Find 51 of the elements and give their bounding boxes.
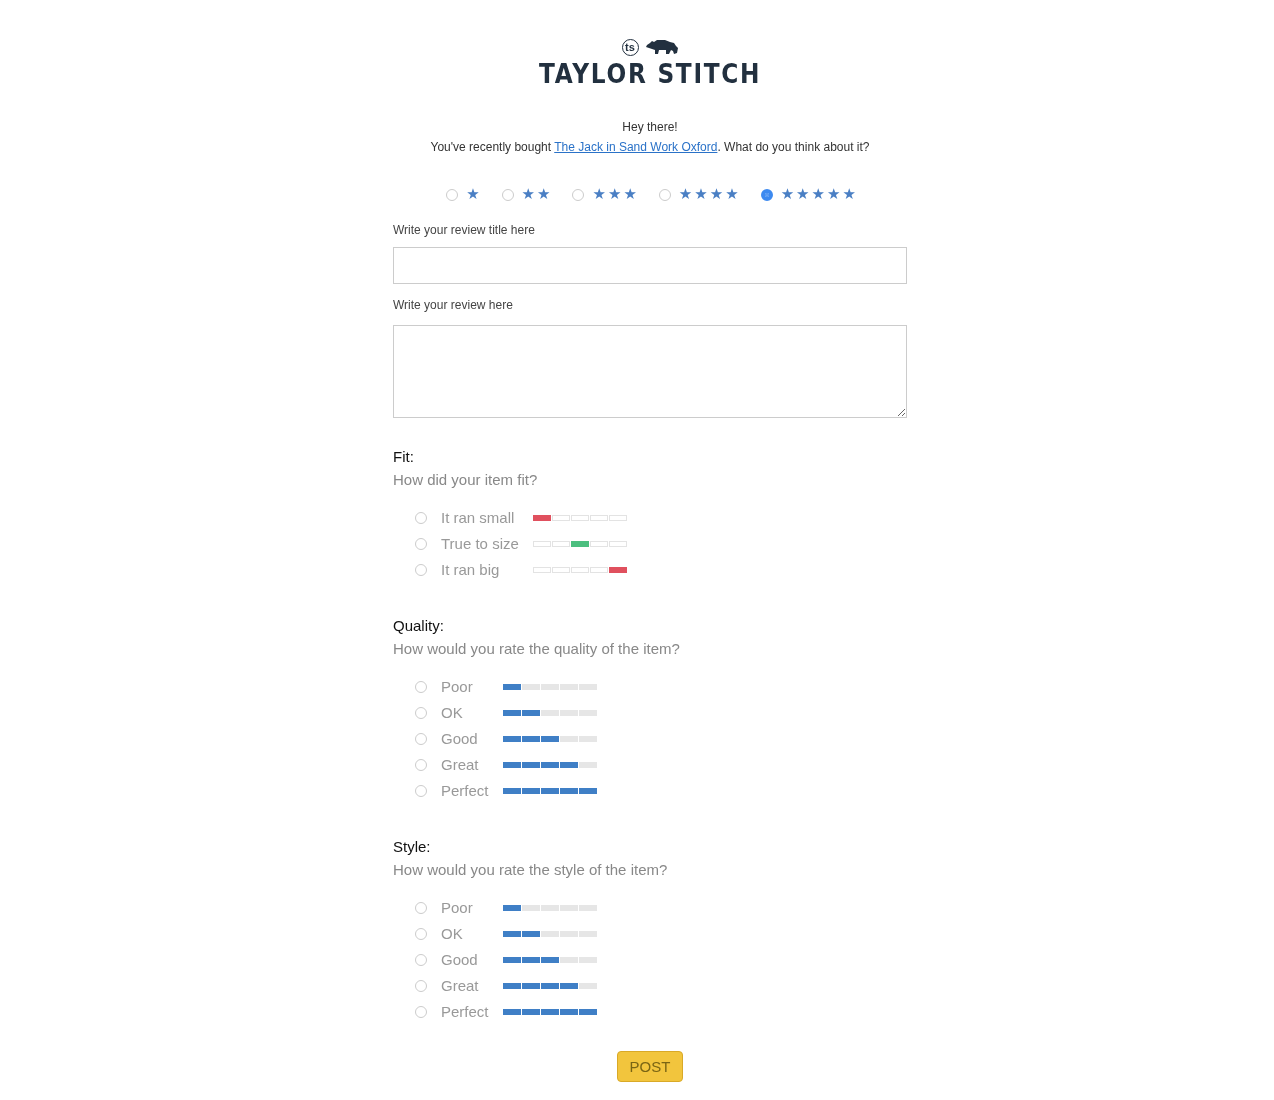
star-label: ★★★★★ xyxy=(780,187,858,202)
section-title: Quality: xyxy=(393,617,445,634)
option-label: Perfect xyxy=(441,782,490,799)
brand-name: TAYLOR STITCH xyxy=(538,58,762,89)
radio-button[interactable] xyxy=(760,188,773,201)
radio-button[interactable] xyxy=(415,927,427,940)
option-label: Poor xyxy=(441,678,474,695)
option-label: OK xyxy=(441,704,464,721)
radio-button[interactable] xyxy=(415,537,427,550)
title-input-field[interactable] xyxy=(393,247,907,284)
option-label: Great xyxy=(441,977,480,994)
option-label: Good xyxy=(441,730,479,747)
star-label: ★ xyxy=(466,187,482,202)
bear-icon xyxy=(644,38,679,56)
option-label: It ran big xyxy=(441,561,501,578)
option-label: OK xyxy=(441,925,464,942)
question-text: How did your item fit? xyxy=(393,471,539,488)
radio-button[interactable] xyxy=(572,188,585,201)
post-button[interactable]: POST xyxy=(616,1051,684,1082)
radio-button[interactable] xyxy=(415,1005,427,1018)
option-label: Great xyxy=(441,756,480,773)
intro-text: You've recently bought The Jack in Sand Work Oxford. What do you think about it? xyxy=(429,140,871,154)
radio-button[interactable] xyxy=(501,188,514,201)
star-label: ★★★ xyxy=(592,187,639,202)
review-text-area[interactable] xyxy=(393,325,907,418)
section-title: Style: xyxy=(393,838,432,855)
option-label: It ran small xyxy=(441,509,516,526)
radio-button[interactable] xyxy=(415,953,427,966)
radio-button[interactable] xyxy=(446,188,459,201)
radio-button[interactable] xyxy=(415,732,427,745)
option-label: True to size xyxy=(441,535,520,552)
radio-button[interactable] xyxy=(415,563,427,576)
greeting-text: Hey there! xyxy=(621,120,679,134)
radio-button[interactable] xyxy=(415,511,427,524)
question-text: How would you rate the quality of the item? xyxy=(393,640,681,657)
radio-button[interactable] xyxy=(415,758,427,771)
radio-button[interactable] xyxy=(415,680,427,693)
radio-button[interactable] xyxy=(415,979,427,992)
radio-button[interactable] xyxy=(415,901,427,914)
radio-button[interactable] xyxy=(658,188,671,201)
question-text: How would you rate the style of the item? xyxy=(393,861,669,878)
radio-button[interactable] xyxy=(415,706,427,719)
option-label: Perfect xyxy=(441,1003,490,1020)
star-label: ★★★★ xyxy=(678,187,741,202)
field-label: Write your review title here xyxy=(393,223,536,237)
field-label: Write your review here xyxy=(393,298,514,312)
radio-button[interactable] xyxy=(415,784,427,797)
section-title: Fit: xyxy=(393,448,415,465)
option-label: Good xyxy=(441,951,479,968)
option-label: Poor xyxy=(441,899,474,916)
star-label: ★★ xyxy=(521,187,553,202)
